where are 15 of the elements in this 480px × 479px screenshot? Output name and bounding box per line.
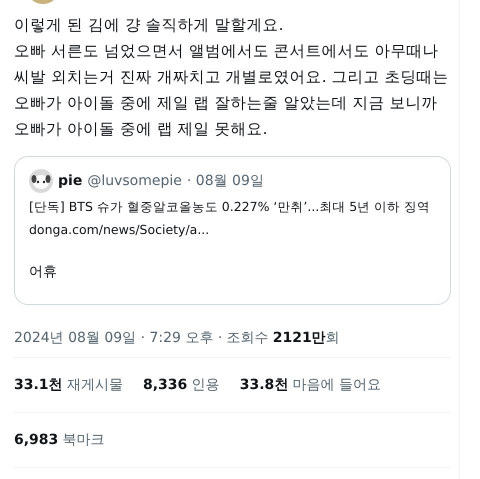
engagement-stat[interactable]: 8,336 인용 <box>143 376 220 394</box>
engagement-stat[interactable]: 33.8천 마음에 들어요 <box>240 376 382 394</box>
timestamp: 2024년 08월 09일 · 7:29 오후 · 조회수 <box>14 329 269 347</box>
tweet-text: 이렇게 된 김에 걍 솔직하게 말할게요. 오빠 서른도 넘었으면서 앨범에서도 콘서트에서도 아무때나 씨발 외치는거 진짜 개짜치고 개별로였어요. 그리고 초딩때는 오빠가 아이돌 중에 제일 랩 잘하는줄 알았는데 지금 보니까 오빠가 아이돌 중에 랩 제일 못해요. <box>14 15 450 140</box>
avatar <box>29 169 53 193</box>
quoted-tweet-card[interactable]: pie @luvsomepie · 08월 09일 [단독] BTS 슈가 혈중알코올농도 0.227% ‘만취’...최대 5년 이하 징역 donga.com/news/Society/a... 어휴 <box>14 156 451 305</box>
quoted-text: 어휴 <box>29 263 58 281</box>
bookmark-stat[interactable]: 6,983 북마크 <box>14 431 105 449</box>
view-count: 2121만회 <box>272 329 340 347</box>
engagement-stat[interactable]: 33.1천 재게시물 <box>14 376 123 394</box>
quoted-link: donga.com/news/Society/a... <box>29 222 210 237</box>
post-date: · 08월 09일 <box>186 172 264 190</box>
quoted-headline: [단독] BTS 슈가 혈중알코올농도 0.227% ‘만취’...최대 5년 이하 징역 <box>29 199 432 216</box>
author-handle: @luvsomepie <box>87 173 182 189</box>
author-name: pie <box>58 173 82 189</box>
